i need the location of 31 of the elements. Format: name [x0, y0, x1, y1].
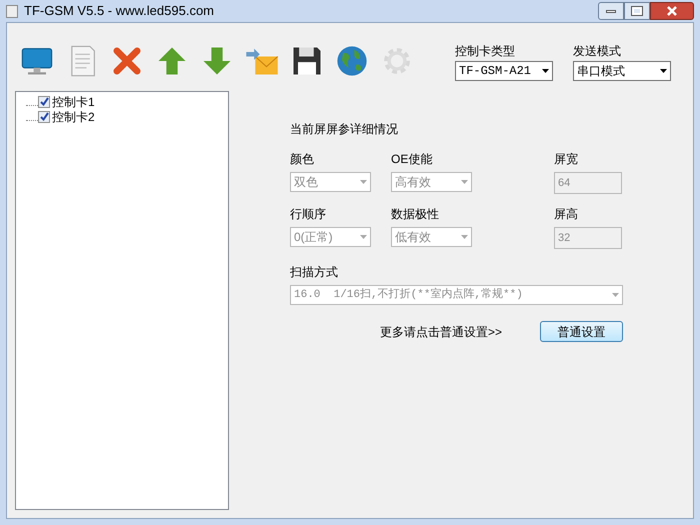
more-settings-hint: 更多请点击普通设置>> — [380, 324, 502, 340]
field-label: 数据极性 — [391, 206, 440, 223]
close-icon — [666, 6, 678, 16]
field-label: 屏宽 — [554, 151, 579, 168]
normal-settings-button[interactable]: 普通设置 — [540, 321, 623, 342]
card-type-label: 控制卡类型 — [455, 43, 516, 60]
minimize-button[interactable] — [598, 2, 624, 20]
caret-icon — [360, 235, 367, 239]
details-heading: 当前屏屏参详细情况 — [290, 121, 399, 138]
close-button[interactable] — [650, 2, 694, 20]
caret-icon — [660, 69, 667, 73]
field-label: 行顺序 — [290, 206, 327, 223]
caret-icon — [461, 180, 468, 184]
field-label: 屏高 — [554, 206, 579, 223]
checkbox[interactable] — [38, 110, 50, 122]
tree-item[interactable]: 控制卡1 — [52, 92, 95, 110]
field-label: OE使能 — [391, 151, 434, 168]
send-mode-dropdown[interactable]: 串口模式 — [573, 61, 671, 81]
tree-item[interactable]: 控制卡2 — [52, 108, 95, 126]
caret-icon — [360, 180, 367, 184]
checkbox[interactable] — [38, 96, 50, 108]
maximize-button[interactable] — [624, 2, 650, 20]
window-title: TF-GSM V5.5 - www.led595.com — [24, 2, 214, 20]
app-icon — [6, 4, 18, 18]
caret-icon — [542, 69, 549, 73]
send-mode-label: 发送模式 — [573, 43, 622, 60]
card-type-dropdown[interactable]: TF-GSM-A21 — [455, 61, 553, 81]
caret-icon — [612, 293, 619, 297]
field-label: 颜色 — [290, 151, 315, 168]
scan-mode-label: 扫描方式 — [290, 264, 339, 281]
caret-icon — [461, 235, 468, 239]
